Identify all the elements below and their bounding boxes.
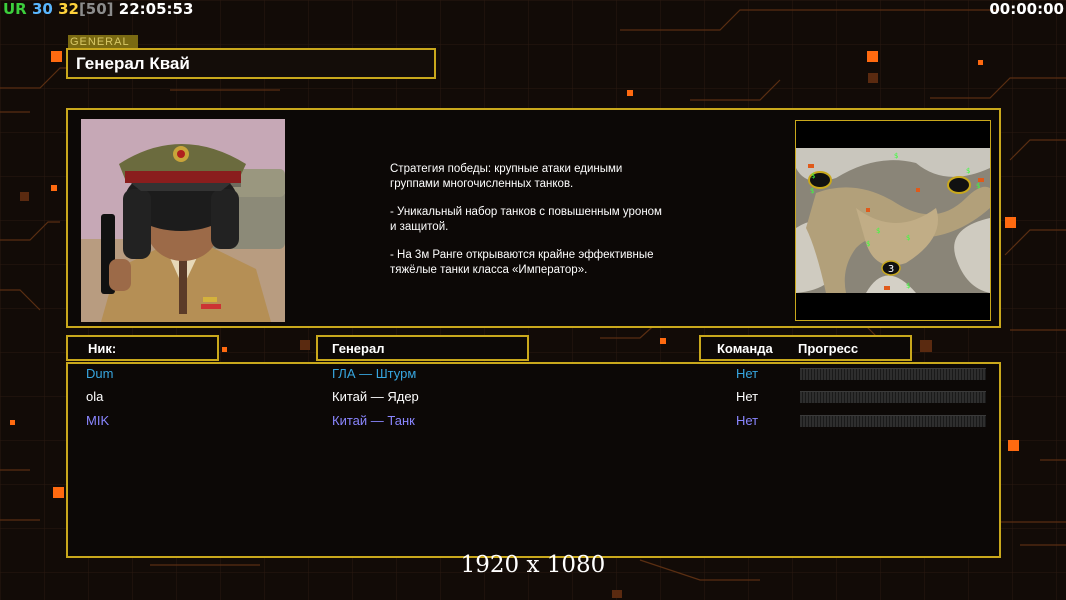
svg-text:$: $ xyxy=(866,240,870,248)
general-portrait xyxy=(81,119,285,322)
hud-timer: 00:00:00 xyxy=(989,0,1064,18)
description-line: - Уникальный набор танков с повышенным у… xyxy=(390,206,662,233)
player-progress-bar xyxy=(800,368,986,380)
hud-value-a: 30 xyxy=(31,0,53,18)
general-tag: GENERAL xyxy=(68,35,138,49)
player-team: Нет xyxy=(736,366,759,381)
player-row: MIK Китай — Танк Нет xyxy=(68,411,1003,433)
player-general: Китай — Танк xyxy=(332,413,415,428)
header-team-label: Команда xyxy=(717,341,773,356)
description-line: Стратегия победы: крупные атаки едиными … xyxy=(390,163,623,190)
minimap-frame: 3 $ $ $ $ $ $ $ $ $ xyxy=(795,120,991,321)
svg-text:$: $ xyxy=(966,167,970,175)
header-general-label: Генерал xyxy=(332,341,385,356)
general-description: Стратегия победы: крупные атаки едиными … xyxy=(390,162,720,291)
hud-clock: 22:05:53 xyxy=(118,0,194,18)
header-general: Генерал xyxy=(316,335,529,361)
player-marker: 3 xyxy=(888,264,894,275)
header-nick: Ник: xyxy=(66,335,219,361)
header-team-progress: Команда Прогресс xyxy=(699,335,912,361)
player-general: Китай — Ядер xyxy=(332,389,419,404)
general-info-panel: Стратегия победы: крупные атаки едиными … xyxy=(66,108,1001,328)
svg-text:$: $ xyxy=(976,182,980,190)
ur-label: UR xyxy=(3,0,27,18)
hud-value-b: 32 xyxy=(58,0,79,18)
player-general: ГЛА — Штурм xyxy=(332,366,417,381)
player-row: ola Китай — Ядер Нет xyxy=(68,387,1003,409)
players-panel: Dum ГЛА — Штурм Нет ola Китай — Ядер Нет… xyxy=(66,362,1001,558)
header-progress-label: Прогресс xyxy=(798,341,859,356)
svg-text:$: $ xyxy=(906,234,910,242)
resolution-label: 1920 x 1080 xyxy=(460,552,606,578)
svg-text:$: $ xyxy=(811,172,815,180)
player-progress-bar xyxy=(800,415,986,427)
svg-text:$: $ xyxy=(876,227,880,235)
hud-value-c: [50] xyxy=(78,0,114,18)
player-nick: ola xyxy=(86,389,104,404)
player-progress-bar xyxy=(800,391,986,403)
description-line: - На 3м Ранге открываются крайне эффекти… xyxy=(390,249,654,276)
player-row: Dum ГЛА — Штурм Нет xyxy=(68,364,1003,386)
general-name: Генерал Квай xyxy=(76,54,190,73)
general-title-box: Генерал Квай xyxy=(66,48,436,79)
player-nick: Dum xyxy=(86,366,114,381)
player-team: Нет xyxy=(736,413,759,428)
svg-text:$: $ xyxy=(810,187,814,195)
svg-text:$: $ xyxy=(894,152,898,160)
hud-stats: UR 30 32[50] 22:05:53 xyxy=(3,0,193,18)
svg-text:$: $ xyxy=(906,282,910,290)
minimap: 3 $ $ $ $ $ $ $ $ $ xyxy=(796,148,990,293)
player-nick: MIK xyxy=(86,413,110,428)
player-team: Нет xyxy=(736,389,759,404)
header-nick-label: Ник: xyxy=(88,341,117,356)
